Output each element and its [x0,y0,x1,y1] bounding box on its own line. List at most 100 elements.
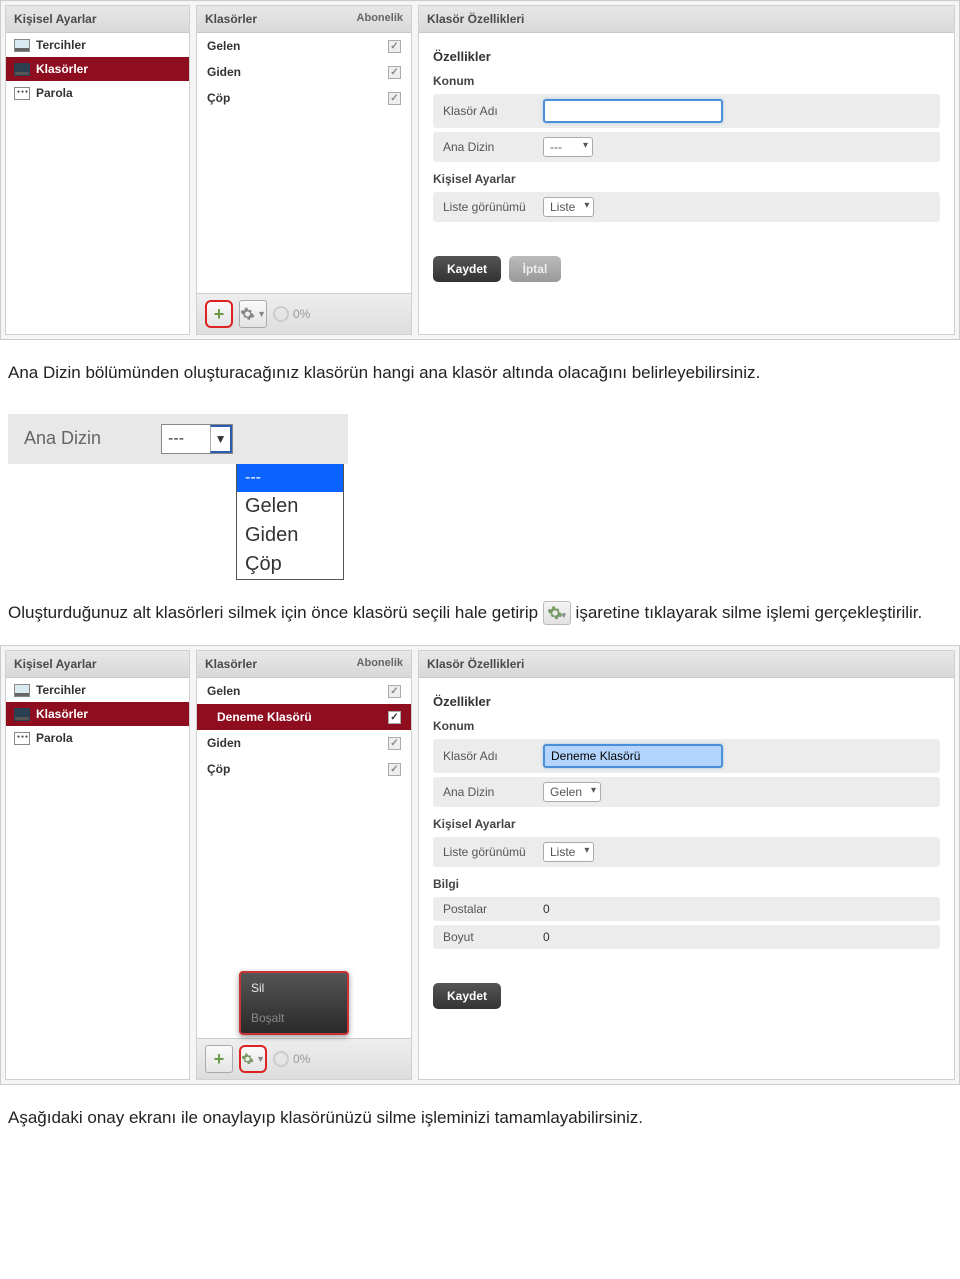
cancel-button[interactable]: İptal [509,256,562,282]
panel-props-header: Klasör Özellikleri [419,6,954,33]
nav-parola[interactable]: Parola [6,726,189,750]
postalar-label: Postalar [443,902,543,916]
nav-tercihler[interactable]: Tercihler [6,33,189,57]
nav-label: Tercihler [36,683,86,697]
boyut-value: 0 [543,930,550,944]
anadizin-options-list: --- Gelen Giden Çöp [236,464,344,580]
folder-cop[interactable]: Çöp ✓ [197,756,411,782]
panel-folder-props: Klasör Özellikleri Özellikler Konum Klas… [418,5,955,335]
instruction-text-delete: Oluşturduğunuz alt klasörleri silmek içi… [0,580,960,646]
folder-gelen[interactable]: Gelen ✓ [197,678,411,704]
folder-actions-button[interactable]: ▼ [239,300,267,328]
folder-toolbar: + ▼ 0% [197,1038,411,1079]
panel-folders-title: Klasörler [205,657,257,671]
caret-down-icon: ▼ [256,1054,265,1064]
folder-label: Çöp [207,91,230,105]
folder-deneme[interactable]: Deneme Klasörü ✓ [197,704,411,730]
nav-label: Parola [36,86,73,100]
nav-parola[interactable]: Parola [6,81,189,105]
quota-indicator: 0% [273,306,310,322]
monitor-icon [14,39,30,52]
anadizin-option-cop[interactable]: Çöp [237,550,343,579]
subscribe-checkbox[interactable]: ✓ [388,685,401,698]
subscribe-checkbox[interactable]: ✓ [388,711,401,724]
save-button[interactable]: Kaydet [433,983,501,1009]
panel-settings-header: Kişisel Ayarlar [6,651,189,678]
row-ana-dizin: Ana Dizin --- [433,132,940,162]
folder-giden[interactable]: Giden ✓ [197,730,411,756]
klasor-adi-label: Klasör Adı [443,749,543,763]
anadizin-select-closed[interactable]: --- ▼ [161,424,233,454]
quota-label: 0% [293,1052,310,1066]
nav-klasorler[interactable]: Klasörler [6,57,189,81]
row-liste-gorunumu: Liste görünümü Liste [433,192,940,222]
subscribe-checkbox[interactable]: ✓ [388,66,401,79]
nav-tercihler[interactable]: Tercihler [6,678,189,702]
panel-folders-sub: Abonelik [357,657,403,671]
row-klasor-adi: Klasör Adı [433,739,940,773]
add-folder-button[interactable]: + [205,1045,233,1073]
folder-cop[interactable]: Çöp ✓ [197,85,411,111]
anadizin-option-giden[interactable]: Giden [237,521,343,550]
nav-label: Klasörler [36,707,88,721]
ana-dizin-select[interactable]: Gelen [543,782,601,802]
password-icon [14,732,30,745]
folder-actions-button[interactable]: ▼ [239,1045,267,1073]
liste-gorunumu-label: Liste görünümü [443,845,543,859]
panel-folders-header: Klasörler Abonelik [197,651,411,678]
folder-label: Giden [207,65,241,79]
gear-icon [241,1051,254,1067]
gear-dropdown-inline-icon: ▼ [543,601,571,625]
screenshot-create-folder: Kişisel Ayarlar Tercihler Klasörler Paro… [0,0,960,340]
klasor-adi-input[interactable] [543,744,723,768]
ana-dizin-label: Ana Dizin [443,140,543,154]
quota-indicator: 0% [273,1051,310,1067]
nav-label: Parola [36,731,73,745]
nav-klasorler[interactable]: Klasörler [6,702,189,726]
section-bilgi: Bilgi [433,877,940,891]
monitor-icon [14,684,30,697]
save-button[interactable]: Kaydet [433,256,501,282]
ana-dizin-select[interactable]: --- [543,137,593,157]
folder-giden[interactable]: Giden ✓ [197,59,411,85]
anadizin-selected: --- [162,430,184,448]
section-konum: Konum [433,74,940,88]
add-folder-button[interactable]: + [205,300,233,328]
subscribe-checkbox[interactable]: ✓ [388,92,401,105]
panel-folders-header: Klasörler Abonelik [197,6,411,33]
panel-props-title: Klasör Özellikleri [427,657,524,671]
postalar-value: 0 [543,902,550,916]
row-liste-gorunumu: Liste görünümü Liste [433,837,940,867]
klasor-adi-input[interactable] [543,99,723,123]
anadizin-dropdown-demo: Ana Dizin --- ▼ --- Gelen Giden Çöp [0,406,960,580]
row-ana-dizin: Ana Dizin Gelen [433,777,940,807]
liste-gorunumu-select[interactable]: Liste [543,842,594,862]
quota-circle-icon [273,1051,289,1067]
folder-icon [14,63,30,76]
panel-folder-props: Klasör Özellikleri Özellikler Konum Klas… [418,650,955,1080]
klasor-adi-label: Klasör Adı [443,104,543,118]
folder-label: Gelen [207,684,240,698]
menu-item-sil[interactable]: Sil [241,973,347,1003]
folder-icon [14,708,30,721]
liste-gorunumu-select[interactable]: Liste [543,197,594,217]
anadizin-option-gelen[interactable]: Gelen [237,492,343,521]
quota-circle-icon [273,306,289,322]
subscribe-checkbox[interactable]: ✓ [388,763,401,776]
folder-gelen[interactable]: Gelen ✓ [197,33,411,59]
panel-settings-title: Kişisel Ayarlar [14,657,97,671]
section-kisisel: Kişisel Ayarlar [433,817,940,831]
panel-folders: Klasörler Abonelik Gelen ✓ Giden ✓ Çöp ✓… [196,5,412,335]
subscribe-checkbox[interactable]: ✓ [388,40,401,53]
subscribe-checkbox[interactable]: ✓ [388,737,401,750]
anadizin-row: Ana Dizin --- ▼ [8,414,348,464]
boyut-label: Boyut [443,930,543,944]
folder-label: Gelen [207,39,240,53]
folder-context-menu: Sil Boşalt [239,971,349,1035]
anadizin-option-blank[interactable]: --- [237,464,343,492]
button-row: Kaydet İptal [433,226,940,292]
quota-label: 0% [293,307,310,321]
row-boyut: Boyut 0 [433,925,940,949]
password-icon [14,87,30,100]
nav-label: Tercihler [36,38,86,52]
